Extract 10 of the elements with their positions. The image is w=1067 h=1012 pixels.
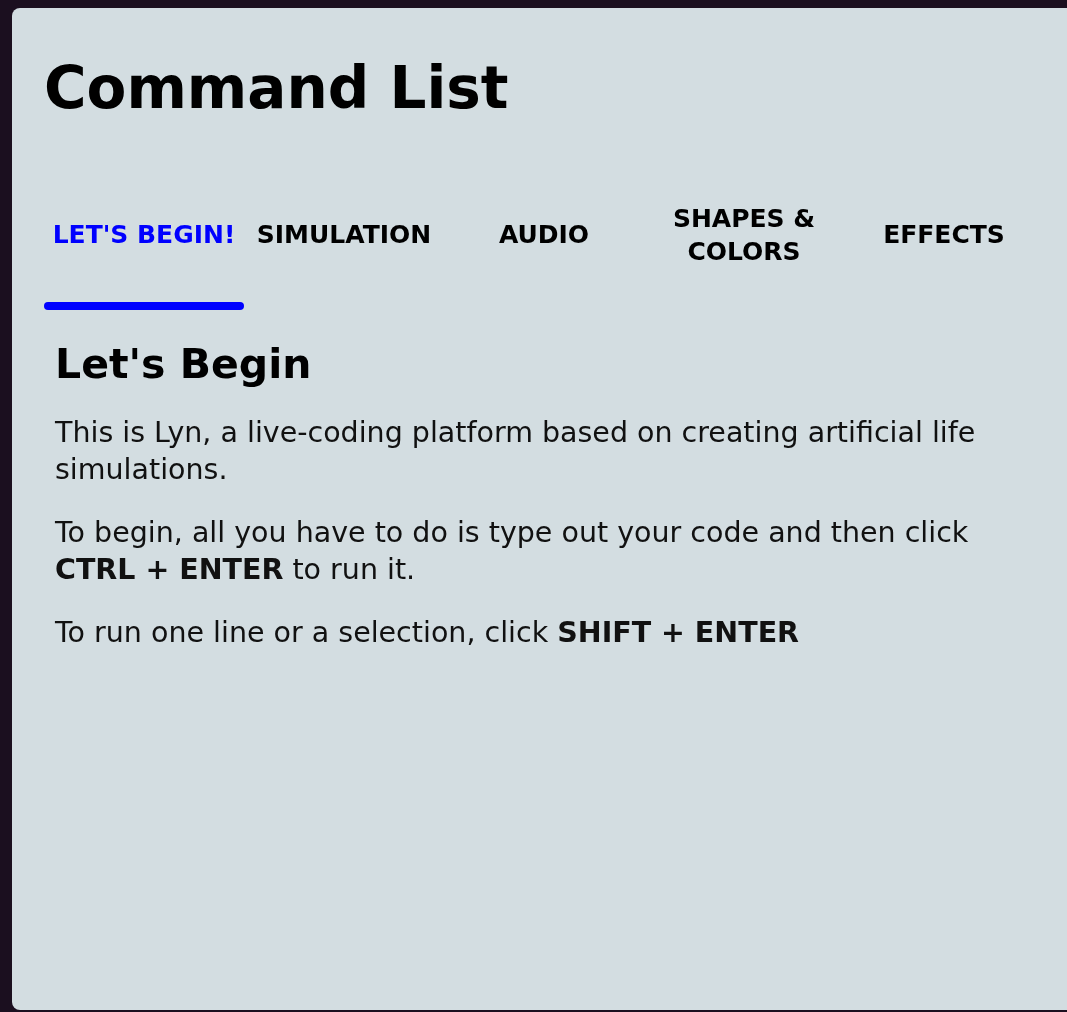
tab[interactable]: AUDIO — [444, 193, 644, 310]
paragraph: To begin, all you have to do is type out your code and then click CTRL + ENTER to run it. — [55, 514, 970, 589]
tab[interactable]: EFFECTS — [844, 193, 1044, 310]
tab[interactable]: SIMULATION — [244, 193, 444, 310]
section-heading: Let's Begin — [55, 339, 312, 388]
tab[interactable]: SHAPES & COLORS — [644, 193, 844, 310]
paragraph: This is Lyn, a live-coding platform based on creating artificial life simulations. — [55, 414, 977, 489]
page-title: Command List — [44, 54, 509, 124]
paragraph: To run one line or a selection, click SHIFT + ENTER — [55, 615, 801, 652]
tab[interactable]: LET'S BEGIN! — [44, 193, 244, 310]
